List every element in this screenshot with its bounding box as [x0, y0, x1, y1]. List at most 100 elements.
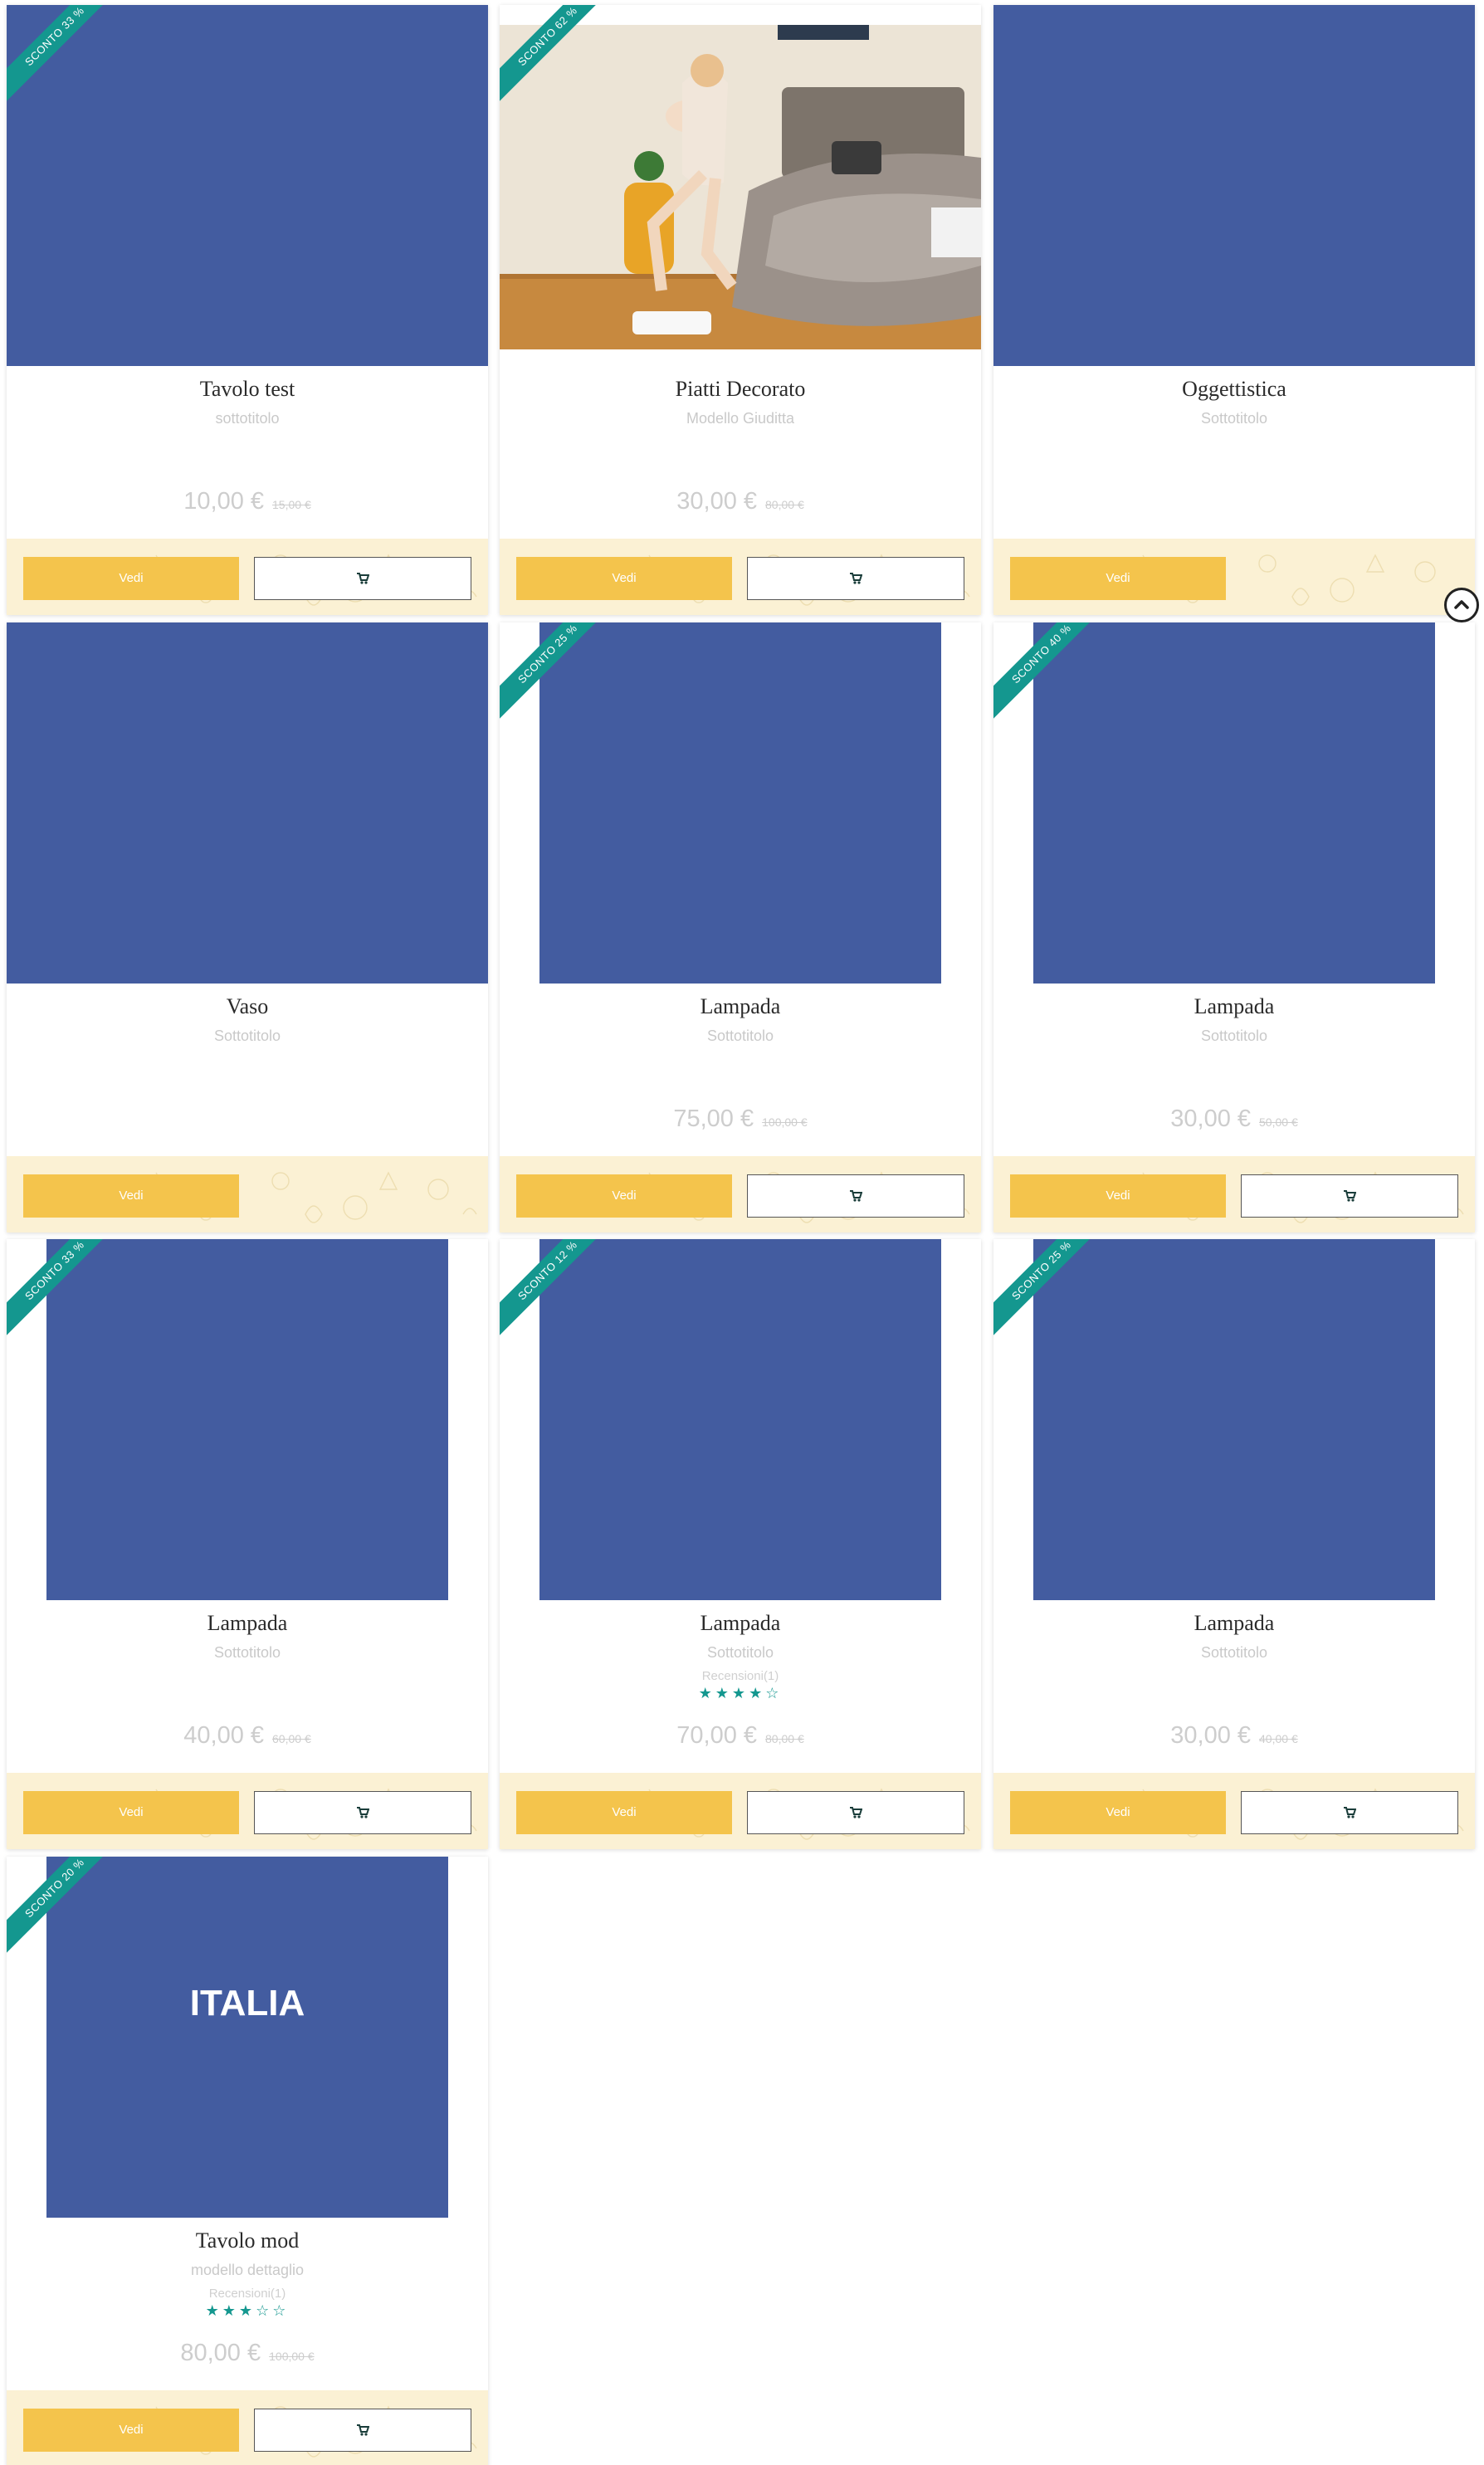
vedi-button[interactable]: Vedi	[23, 557, 239, 600]
vedi-button[interactable]: Vedi	[1010, 1174, 1226, 1218]
product-image[interactable]	[7, 622, 488, 984]
old-price: 80,00 €	[765, 498, 804, 511]
price-row: 40,00 € 60,00 €	[7, 1722, 488, 1750]
product-card[interactable]: SCONTO 33 % Lampada Sottotitolo 40,00 €6…	[7, 1239, 488, 1849]
rating-stars-icon: ★★★★☆	[698, 1685, 783, 1702]
product-image[interactable]	[993, 5, 1475, 366]
product-title[interactable]: Lampada	[993, 1611, 1475, 1636]
product-photo	[500, 25, 981, 349]
product-title[interactable]: Tavolo mod	[7, 2228, 488, 2253]
add-to-cart-button[interactable]	[254, 557, 471, 600]
product-price: 30,00 €	[676, 488, 758, 515]
product-image[interactable]	[993, 622, 1475, 984]
cart-icon	[357, 573, 369, 584]
cart-icon	[850, 573, 862, 584]
add-to-cart-button[interactable]	[254, 1791, 471, 1834]
vedi-button[interactable]: Vedi	[23, 2409, 239, 2452]
price-row: 30,00 € 40,00 €	[993, 1722, 1475, 1750]
price-row: 75,00 € 100,00 €	[500, 1106, 981, 1133]
product-title[interactable]: Lampada	[500, 994, 981, 1019]
product-card[interactable]: Oggettistica Sottotitolo Vedi	[993, 5, 1475, 615]
price-row: 30,00 € 50,00 €	[993, 1106, 1475, 1133]
product-title[interactable]: Lampada	[993, 994, 1475, 1019]
product-price: 70,00 €	[676, 1722, 758, 1749]
product-card[interactable]: SCONTO 25 % Lampada Sottotitolo 30,00 €4…	[993, 1239, 1475, 1849]
product-card[interactable]: Vaso Sottotitolo Vedi	[7, 622, 488, 1232]
card-footer: Vedi	[500, 1156, 981, 1232]
product-card[interactable]: SCONTO 62 % Piatti Decorato Modello Giud…	[500, 5, 981, 615]
image-text: ITALIA	[189, 1983, 305, 2023]
cart-icon	[1344, 1190, 1356, 1202]
card-footer: Vedi	[500, 539, 981, 615]
product-image[interactable]	[500, 622, 981, 984]
old-price: 40,00 €	[1259, 1732, 1298, 1745]
product-image[interactable]	[7, 1239, 488, 1600]
product-image[interactable]	[500, 1239, 981, 1600]
vedi-button[interactable]: Vedi	[1010, 557, 1226, 600]
reviews[interactable]: Recensioni(1) ★★★☆☆	[7, 2287, 488, 2320]
old-price: 60,00 €	[272, 1732, 311, 1745]
old-price: 15,00 €	[272, 498, 311, 511]
product-image[interactable]	[7, 5, 488, 366]
chevron-up-icon	[1454, 600, 1469, 609]
product-image[interactable]	[500, 5, 981, 366]
product-card[interactable]: SCONTO 25 % Lampada Sottotitolo 75,00 €1…	[500, 622, 981, 1232]
product-card[interactable]: SCONTO 33 % Tavolo test sottotitolo 10,0…	[7, 5, 488, 615]
add-to-cart-button[interactable]	[747, 1791, 964, 1834]
price-row: 10,00 € 15,00 €	[7, 488, 488, 515]
product-image[interactable]	[993, 1239, 1475, 1600]
add-to-cart-button[interactable]	[1241, 1791, 1458, 1834]
product-title[interactable]: Oggettistica	[993, 377, 1475, 402]
card-footer: Vedi	[500, 1773, 981, 1849]
old-price: 80,00 €	[765, 1732, 804, 1745]
product-price: 10,00 €	[183, 488, 265, 515]
product-title[interactable]: Lampada	[7, 1611, 488, 1636]
card-footer: Vedi	[993, 1773, 1475, 1849]
product-title[interactable]: Vaso	[7, 994, 488, 1019]
add-to-cart-button[interactable]	[1241, 1174, 1458, 1218]
old-price: 100,00 €	[762, 1115, 808, 1129]
add-to-cart-button[interactable]	[747, 1174, 964, 1218]
vedi-button[interactable]: Vedi	[23, 1791, 239, 1834]
cart-icon	[357, 2424, 369, 2436]
vedi-button[interactable]: Vedi	[516, 1791, 732, 1834]
card-footer: Vedi	[993, 1156, 1475, 1232]
product-price: 80,00 €	[180, 2340, 261, 2366]
product-card[interactable]: SCONTO 12 % Lampada Sottotitolo Recensio…	[500, 1239, 981, 1849]
product-title[interactable]: Lampada	[500, 1611, 981, 1636]
product-card[interactable]: ITALIA SCONTO 20 % Tavolo mod modello de…	[7, 1857, 488, 2465]
product-card[interactable]: SCONTO 40 % Lampada Sottotitolo 30,00 €5…	[993, 622, 1475, 1232]
reviews-label: Recensioni(1)	[208, 2287, 286, 2301]
product-subtitle: Sottotitolo	[706, 1644, 774, 1661]
vedi-button[interactable]: Vedi	[516, 557, 732, 600]
vedi-button[interactable]: Vedi	[23, 1174, 239, 1218]
product-title[interactable]: Tavolo test	[7, 377, 488, 402]
product-title[interactable]: Piatti Decorato	[500, 377, 981, 402]
scroll-top-button[interactable]	[1444, 588, 1479, 622]
card-footer: Vedi	[7, 1156, 488, 1232]
card-footer: Vedi	[7, 1773, 488, 1849]
product-subtitle: modello dettaglio	[190, 2262, 305, 2278]
add-to-cart-button[interactable]	[747, 557, 964, 600]
rating-stars-icon: ★★★☆☆	[205, 2302, 290, 2320]
price-row: 80,00 € 100,00 €	[7, 2340, 488, 2367]
product-subtitle: Sottotitolo	[1200, 1644, 1268, 1661]
card-footer: Vedi	[7, 539, 488, 615]
cart-icon	[1344, 1807, 1356, 1818]
product-subtitle: Sottotitolo	[1200, 410, 1268, 427]
product-subtitle: Sottotitolo	[213, 1027, 281, 1044]
old-price: 50,00 €	[1259, 1115, 1298, 1129]
product-price: 75,00 €	[673, 1106, 754, 1132]
product-price: 30,00 €	[1170, 1106, 1252, 1132]
product-price: 30,00 €	[1170, 1722, 1252, 1749]
price-row: 30,00 € 80,00 €	[500, 488, 981, 515]
product-subtitle: Sottotitolo	[213, 1644, 281, 1661]
add-to-cart-button[interactable]	[254, 2409, 471, 2452]
reviews[interactable]: Recensioni(1) ★★★★☆	[500, 1669, 981, 1702]
product-image[interactable]: ITALIA	[7, 1857, 488, 2218]
vedi-button[interactable]: Vedi	[516, 1174, 732, 1218]
product-subtitle: Sottotitolo	[706, 1027, 774, 1044]
vedi-button[interactable]: Vedi	[1010, 1791, 1226, 1834]
product-subtitle: Modello Giuditta	[686, 410, 795, 427]
card-footer: Vedi	[993, 539, 1475, 615]
